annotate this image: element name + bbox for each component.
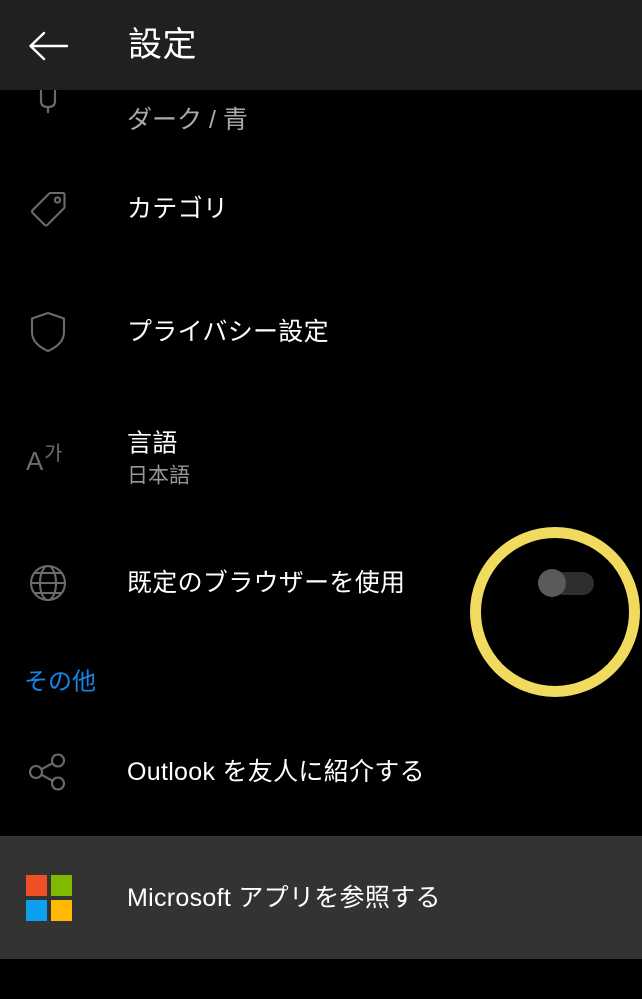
ms-logo-square-green (51, 874, 72, 896)
list-item-language[interactable]: A 가 言語 日本語 (0, 396, 642, 522)
ms-logo-square-red (26, 874, 47, 896)
tag-icon (24, 185, 72, 233)
list-item-text: 言語 日本語 (127, 429, 190, 490)
list-item-text: Outlook を友人に紹介する (127, 757, 425, 787)
ms-logo-square-yellow (51, 899, 72, 921)
translate-icon: A 가 (24, 435, 72, 483)
share-icon (24, 748, 72, 796)
list-item-text: 既定のブラウザーを使用 (127, 568, 405, 598)
list-item-text: ダーク / 青 (127, 105, 248, 135)
back-arrow-icon (26, 29, 70, 63)
list-item-default-browser[interactable]: 既定のブラウザーを使用 (0, 522, 642, 644)
svg-text:A: A (26, 446, 44, 476)
default-browser-toggle[interactable] (538, 569, 594, 597)
list-item-subtitle: 日本語 (127, 464, 190, 488)
section-header-other: その他 (0, 644, 642, 714)
list-item-refer-outlook[interactable]: Outlook を友人に紹介する (0, 714, 642, 830)
settings-screen: 設定 ダーク / 青 カテゴリ プライバシー設定 A 가 言語 日本語 既定のブ… (0, 0, 642, 999)
list-item-browse-microsoft-apps[interactable]: Microsoft アプリを参照する (0, 836, 642, 959)
page-title: 設定 (128, 26, 197, 64)
list-item-text: カテゴリ (127, 194, 228, 224)
ms-logo-square-blue (26, 899, 47, 921)
list-item-title: 既定のブラウザーを使用 (127, 569, 406, 597)
list-item-title: Outlook を友人に紹介する (127, 758, 425, 786)
list-item-subtitle: ダーク / 青 (127, 106, 248, 134)
list-item-text: Microsoft アプリを参照する (127, 883, 441, 913)
microsoft-logo-icon (26, 874, 72, 921)
list-item-title: プライバシー設定 (127, 318, 329, 346)
globe-icon (24, 559, 72, 607)
toggle-thumb (538, 569, 566, 597)
section-header-label: その他 (24, 668, 96, 696)
list-item-privacy[interactable]: プライバシー設定 (0, 268, 642, 396)
theme-paint-icon (24, 89, 72, 144)
app-header: 設定 (0, 0, 642, 90)
shield-icon (24, 308, 72, 356)
list-item-title: Microsoft アプリを参照する (127, 883, 441, 912)
settings-list: ダーク / 青 カテゴリ プライバシー設定 A 가 言語 日本語 既定のブラウザ… (0, 89, 642, 959)
list-item-title: 言語 (127, 429, 178, 458)
back-button[interactable] (18, 21, 78, 71)
list-item-category[interactable]: カテゴリ (0, 150, 642, 268)
list-item-theme[interactable]: ダーク / 青 (0, 89, 642, 150)
svg-text:가: 가 (44, 442, 62, 465)
list-item-text: プライバシー設定 (127, 317, 329, 347)
list-item-title: カテゴリ (127, 195, 229, 223)
